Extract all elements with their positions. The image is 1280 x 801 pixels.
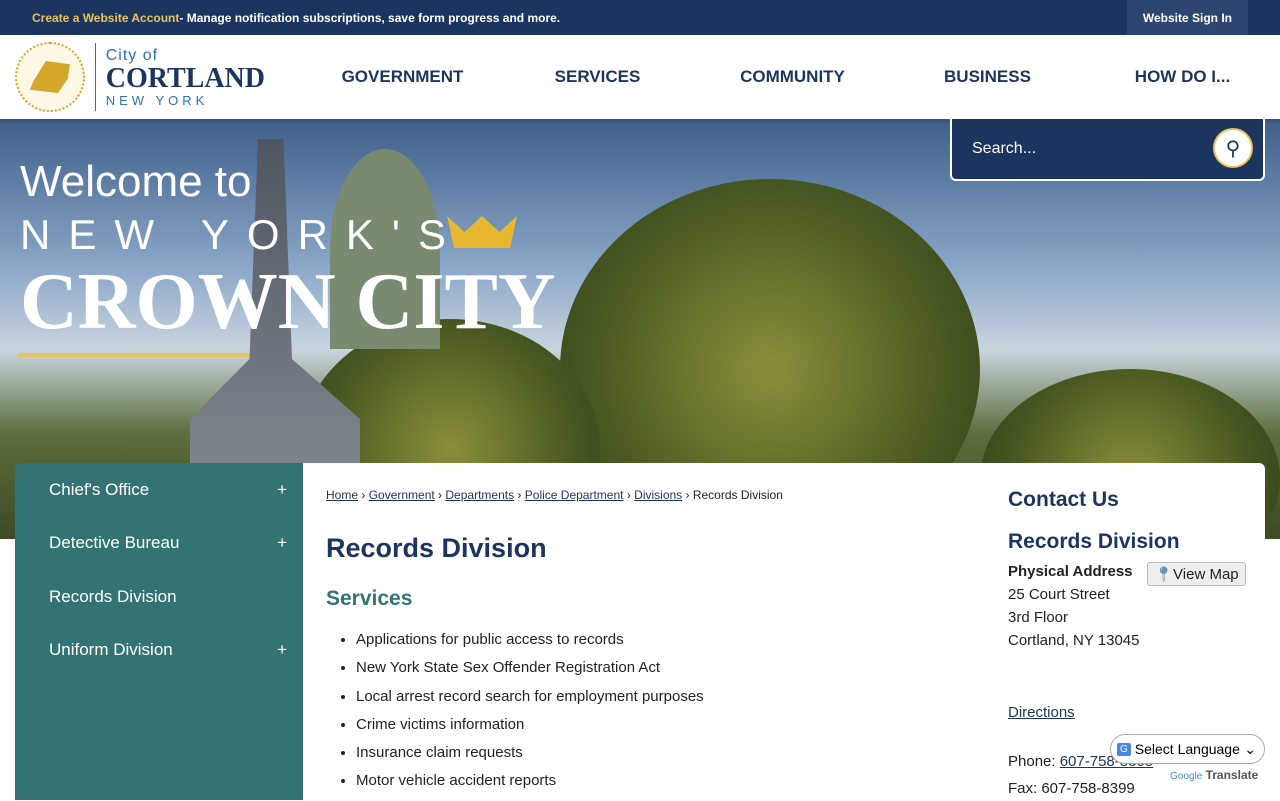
- contact-heading: Contact Us: [1008, 488, 1119, 511]
- nav-services[interactable]: SERVICES: [500, 67, 695, 87]
- breadcrumb-government[interactable]: Government: [369, 488, 435, 502]
- breadcrumb-current: Records Division: [692, 488, 783, 502]
- sign-in-button[interactable]: Website Sign In: [1126, 0, 1248, 35]
- main-nav: GOVERNMENT SERVICES COMMUNITY BUSINESS H…: [305, 67, 1280, 87]
- hero-new-yorks: NEW YORK'S: [20, 211, 464, 258]
- address-line: Cortland, NY 13045: [1008, 632, 1140, 649]
- expand-icon[interactable]: +: [277, 480, 287, 500]
- section-title: Services: [326, 587, 413, 610]
- logo-line2: CORTLAND: [105, 62, 265, 94]
- map-pin-icon: 📍︎: [1154, 566, 1174, 583]
- nav-community[interactable]: COMMUNITY: [695, 67, 890, 87]
- search-input[interactable]: Search...: [972, 140, 1036, 158]
- list-item: Applications for public access to record…: [356, 631, 704, 659]
- sidebar-item-label: Records Division: [49, 586, 177, 606]
- breadcrumb-home[interactable]: Home: [326, 488, 358, 502]
- nav-how-do-i[interactable]: HOW DO I...: [1085, 67, 1280, 87]
- search-icon[interactable]: ⚲: [1213, 128, 1253, 168]
- phone-label: Phone:: [1008, 753, 1060, 770]
- google-translate-label: Google Translate: [1170, 768, 1258, 782]
- nav-business[interactable]: BUSINESS: [890, 67, 1085, 87]
- account-description: - Manage notification subscriptions, sav…: [179, 10, 561, 25]
- logo-text[interactable]: City of CORTLAND NEW YORK: [106, 47, 265, 108]
- sidebar-item-uniform-division[interactable]: Uniform Division +: [15, 624, 303, 678]
- city-seal-logo[interactable]: [15, 42, 85, 112]
- directions-link[interactable]: Directions: [1008, 704, 1075, 721]
- header: City of CORTLAND NEW YORK GOVERNMENT SER…: [0, 35, 1280, 119]
- hero-welcome: Welcome to: [20, 157, 252, 206]
- hero-underline: [18, 353, 249, 357]
- google-translate-icon: G: [1117, 742, 1131, 756]
- language-select-label: Select Language: [1134, 741, 1240, 757]
- list-item: Motor vehicle accident reports: [356, 772, 704, 800]
- page-title: Records Division: [326, 533, 547, 563]
- search-box: Search... ⚲: [950, 119, 1265, 181]
- logo-divider: [94, 43, 96, 111]
- expand-icon[interactable]: +: [277, 533, 287, 553]
- services-list: Applications for public access to record…: [356, 631, 704, 801]
- language-select[interactable]: G Select Language ⌄: [1110, 734, 1265, 764]
- list-item: Insurance claim requests: [356, 744, 704, 772]
- translate-text: Translate: [1205, 768, 1259, 782]
- sidebar-item-chiefs-office[interactable]: Chief's Office +: [15, 463, 303, 517]
- address-line: 3rd Floor: [1008, 609, 1069, 626]
- sidebar: Chief's Office + Detective Bureau + Record…: [15, 463, 303, 800]
- view-map-button[interactable]: 📍︎View Map: [1147, 562, 1246, 586]
- logo-line3: NEW YORK: [105, 92, 209, 108]
- google-logo: Google: [1170, 771, 1203, 782]
- breadcrumb-departments[interactable]: Departments: [445, 488, 514, 502]
- list-item: New York State Sex Offender Registration…: [356, 659, 704, 687]
- address-line: 25 Court Street: [1008, 586, 1110, 603]
- view-map-label: View Map: [1173, 566, 1239, 583]
- breadcrumb: Home › Government › Departments › Police…: [326, 488, 783, 502]
- hero-crown-city: CROWN CITY: [20, 258, 556, 346]
- list-item: Crime victims information: [356, 716, 704, 744]
- sidebar-item-label: Uniform Division: [49, 640, 173, 660]
- list-item: Local arrest record search for employmen…: [356, 688, 704, 716]
- chevron-down-icon: ⌄: [1244, 740, 1256, 757]
- sidebar-item-records-division[interactable]: Records Division: [15, 570, 303, 624]
- top-bar: Create a Website Account - Manage notifi…: [0, 0, 1280, 35]
- sidebar-item-label: Chief's Office: [49, 479, 150, 499]
- create-account-link[interactable]: Create a Website Account: [32, 11, 179, 25]
- contact-name: Records Division: [1008, 530, 1180, 553]
- breadcrumb-divisions[interactable]: Divisions: [634, 488, 682, 502]
- sidebar-item-label: Detective Bureau: [49, 533, 180, 553]
- logo-line1: City of: [105, 46, 159, 64]
- sidebar-item-detective-bureau[interactable]: Detective Bureau +: [15, 517, 303, 571]
- breadcrumb-police[interactable]: Police Department: [525, 488, 624, 502]
- nav-government[interactable]: GOVERNMENT: [305, 67, 500, 87]
- expand-icon[interactable]: +: [277, 640, 287, 660]
